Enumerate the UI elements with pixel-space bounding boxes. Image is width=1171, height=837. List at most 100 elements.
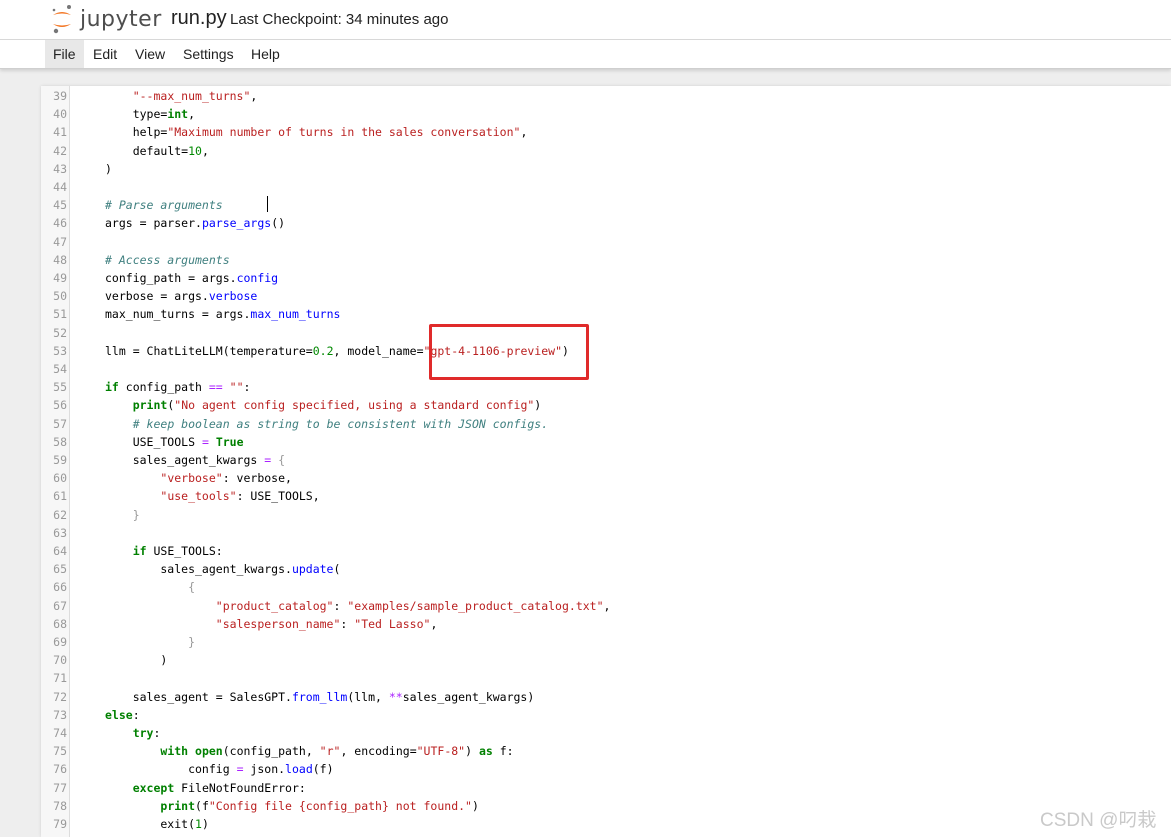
menu-bar: File Edit View Settings Help [0,40,1171,69]
code-text: "salesperson_name": "Ted Lasso", [215,616,438,631]
line-number: 53 [53,343,67,358]
code-line: 73 else: [41,706,1171,724]
line-number: 70 [53,653,67,668]
line-number: 43 [53,161,67,176]
code-text: with open(config_path, "r", encoding="UT… [160,744,514,759]
line-number: 41 [53,125,67,140]
line-number: 50 [53,289,67,304]
code-line: 51 max_num_turns = args.max_num_turns [41,305,1171,323]
line-number: 40 [53,107,67,122]
line-number: 63 [53,525,67,540]
line-number: 76 [53,762,67,777]
code-line: 64 if USE_TOOLS: [41,542,1171,560]
code-text: # Access arguments [105,252,230,267]
code-line: 45 # Parse arguments [41,196,1171,214]
line-number: 59 [53,453,67,467]
menu-file[interactable]: File [45,40,84,68]
code-line: 67 "product_catalog": "examples/sample_p… [41,597,1171,615]
code-text: "verbose": verbose, [160,471,292,486]
code-line: 41 help="Maximum number of turns in the … [41,123,1171,141]
line-number: 51 [53,307,67,322]
line-number: 77 [53,780,67,795]
code-text: # keep boolean as string to be consisten… [132,416,549,431]
code-text: print("No agent config specified, using … [132,398,542,413]
code-text: if config_path == "": [105,380,251,395]
code-text: ) [105,161,112,176]
code-line: 42 default=10, [41,142,1171,160]
code-text: else: [105,707,140,722]
line-number: 56 [53,398,67,413]
text-cursor [267,196,268,212]
line-number: 72 [53,689,67,704]
code-line: 47 [41,233,1171,251]
line-number: 60 [53,471,67,486]
code-line: 61 "use_tools": USE_TOOLS, [41,487,1171,505]
line-number: 65 [53,562,67,577]
line-number: 58 [53,434,67,449]
menu-view[interactable]: View [127,40,173,68]
code-text: sales_agent_kwargs = { [105,453,286,467]
menu-help[interactable]: Help [243,40,288,68]
logo-text: jupyter [80,7,162,32]
code-line: 72 sales_agent = SalesGPT.from_llm(llm, … [41,688,1171,706]
code-text: config_path = args.config [105,271,279,285]
line-number: 62 [53,507,67,522]
code-line: 48 # Access arguments [41,251,1171,269]
line-number: 54 [53,362,67,376]
code-text: "--max_num_turns", [132,89,258,103]
code-line: 69 } [41,633,1171,651]
code-line: 60 "verbose": verbose, [41,469,1171,487]
menu-settings[interactable]: Settings [175,40,242,68]
code-line: 43) [41,160,1171,178]
checkpoint-status: Last Checkpoint: 34 minutes ago [230,11,449,28]
code-text: try: [132,726,161,740]
line-number: 47 [53,234,67,249]
code-text: "use_tools": USE_TOOLS, [160,489,320,504]
line-number: 71 [53,671,67,686]
code-line: 52 [41,324,1171,342]
line-number: 73 [53,707,67,722]
watermark: CSDN @叼栽 [1040,810,1157,831]
jupyter-logo[interactable]: jupyter [50,4,178,34]
menu-edit[interactable]: Edit [85,40,125,68]
line-number: 44 [53,180,67,194]
code-text: type=int, [132,107,196,122]
code-line: 77 except FileNotFoundError: [41,779,1171,797]
code-text: default=10, [132,143,209,158]
code-line: 68 "salesperson_name": "Ted Lasso", [41,615,1171,633]
line-number: 69 [53,635,67,649]
code-line: 78 print(f"Config file {config_path} not… [41,797,1171,815]
line-number: 42 [53,143,67,158]
line-number: 68 [53,616,67,631]
code-text: { [188,580,196,595]
line-number: 55 [53,380,67,395]
code-text: } [132,507,140,522]
code-line: 55 if config_path == "": [41,378,1171,396]
file-name[interactable]: run.py [171,7,227,30]
line-number: 46 [53,216,67,231]
code-line: 50 verbose = args.verbose [41,287,1171,305]
code-line: 79 exit(1) [41,815,1171,833]
code-line: 70 ) [41,651,1171,669]
code-line: 56 print("No agent config specified, usi… [41,396,1171,414]
code-line: 71 [41,669,1171,687]
code-text: USE_TOOLS = True [105,434,244,449]
code-text: config = json.load(f) [105,762,334,777]
code-text: # Parse arguments [105,198,223,213]
line-number: 48 [53,252,67,267]
line-number: 66 [53,580,67,595]
code-text: ) [105,653,168,668]
jupyter-logo-icon [52,5,71,34]
code-text: if USE_TOOLS: [132,544,223,558]
line-number: 57 [53,416,67,431]
code-line: 75 with open(config_path, "r", encoding=… [41,742,1171,760]
code-line: 46 args = parser.parse_args() [41,214,1171,232]
code-line: 49 config_path = args.config [41,269,1171,287]
code-text: "product_catalog": "examples/sample_prod… [215,598,611,613]
line-number: 39 [53,89,67,103]
code-line: 58 USE_TOOLS = True [41,433,1171,451]
code-line: 65 sales_agent_kwargs.update( [41,560,1171,578]
code-editor[interactable]: 39 "--max_num_turns", 40 type=int, 41 help… [41,86,1171,837]
highlight-annotation-box [429,324,589,380]
code-line: 59 sales_agent_kwargs = { [41,451,1171,469]
